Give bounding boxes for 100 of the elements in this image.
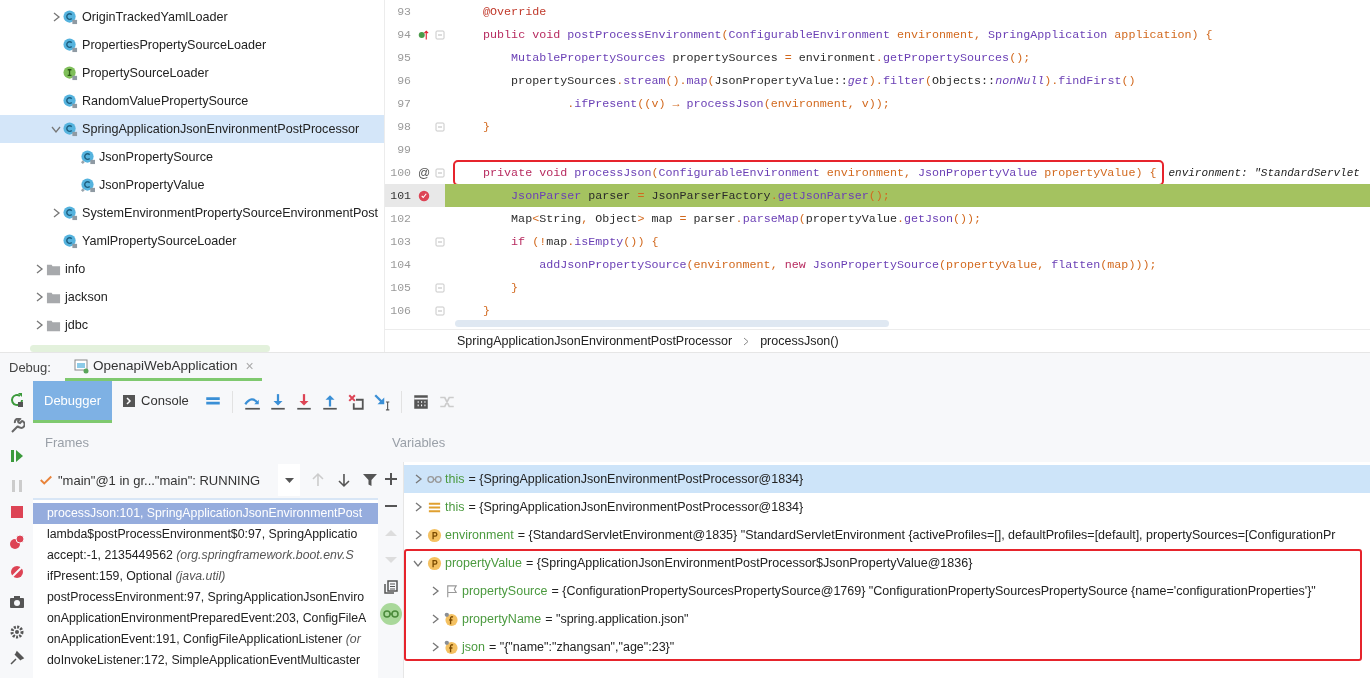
- calculator-icon[interactable]: [411, 393, 430, 411]
- code-line: JsonParser parser = JsonParserFactory.getJsonParser();: [510, 187, 890, 205]
- inner-class-icon: [80, 149, 95, 165]
- breadcrumb-item[interactable]: SpringApplicationJsonEnvironmentPostProcessor: [457, 334, 733, 348]
- thread-dropdown[interactable]: "main"@1 in gr..."main": RUNNING: [33, 464, 279, 496]
- line-number: 94: [396, 28, 411, 41]
- field-icon: [444, 639, 459, 655]
- copy-icon[interactable]: [383, 580, 398, 594]
- parameter-icon: [427, 527, 442, 543]
- line-number: 105: [389, 281, 411, 294]
- stack-frame[interactable]: onApplicationEnvironmentPreparedEvent:203, ConfigFileA: [33, 608, 378, 629]
- tree-item[interactable]: info: [0, 255, 384, 283]
- flag-icon: [444, 583, 459, 599]
- line-number: 93: [396, 5, 411, 18]
- scrollbar[interactable]: [455, 320, 889, 327]
- line-number: 96: [396, 74, 411, 87]
- line-number: 98: [396, 120, 411, 133]
- dropdown-button[interactable]: [278, 464, 301, 496]
- class-icon: [63, 205, 78, 221]
- class-icon: [63, 9, 78, 25]
- inline-value-hint: environment: "StandardServlet: [1168, 166, 1360, 179]
- tree-item[interactable]: PropertiesPropertySourceLoader: [0, 31, 384, 59]
- class-icon: [63, 93, 78, 109]
- inner-class-icon: [80, 177, 95, 193]
- tree-item[interactable]: SpringApplicationJsonEnvironmentPostProcessor: [0, 115, 384, 143]
- variable-row[interactable]: propertyName = "spring.application.json": [404, 605, 1362, 633]
- code-line: public void postProcessEnvironment(ConfigurableEnvironment environment, SpringApplication application) {: [482, 26, 1213, 44]
- checkmark-icon: [39, 473, 53, 487]
- tree-item[interactable]: OriginTrackedYamlLoader: [0, 3, 384, 31]
- filter-icon[interactable]: [362, 472, 378, 488]
- variable-row[interactable]: propertyValue = {SpringApplicationJsonEnvironmentPostProcessor$JsonPropertyValue@1836}: [404, 549, 1362, 577]
- variable-row[interactable]: this = {SpringApplicationJsonEnvironmentPostProcessor@1834}: [404, 493, 1370, 521]
- stack-frame[interactable]: ifPresent:159, Optional (java.util): [33, 566, 378, 587]
- tree-item[interactable]: jdbc: [0, 311, 384, 339]
- tree-item[interactable]: JsonPropertyValue: [0, 171, 384, 199]
- variable-row[interactable]: json = "{"name":"zhangsan","age":23}": [404, 633, 1362, 661]
- tree-item[interactable]: RandomValuePropertySource: [0, 87, 384, 115]
- variable-row[interactable]: this = {SpringApplicationJsonEnvironmentPostProcessor@1834}: [404, 465, 1370, 493]
- stack-frame[interactable]: accept:-1, 2135449562 (org.springframework.boot.env.S: [33, 545, 378, 566]
- line-number: 103: [389, 235, 411, 248]
- line-number: 101: [389, 189, 411, 202]
- stack-frame[interactable]: onApplicationEvent:191, ConfigFileApplicationListener (or: [33, 629, 378, 650]
- line-number: 99: [396, 143, 411, 156]
- plus-icon[interactable]: [383, 472, 398, 486]
- line-number: 100: [389, 166, 411, 179]
- glasses-icon[interactable]: [379, 603, 402, 625]
- code-line: Map<String, Object> map = parser.parseMap(propertyValue.getJson());: [510, 210, 982, 228]
- force-step-into-icon[interactable]: [294, 393, 313, 411]
- code-line: .ifPresent((v) → processJson(environment, v));: [566, 95, 890, 113]
- window-icon: [72, 357, 89, 374]
- tree-item[interactable]: YamlPropertySourceLoader: [0, 227, 384, 255]
- line-number: 106: [389, 304, 411, 317]
- tree-item[interactable]: JsonPropertySource: [0, 143, 384, 171]
- variable-row[interactable]: environment = {StandardServletEnvironment@1835} "StandardServletEnvironment {activeProfiles=[], defaultProfiles=[default], propertySources=[ConfigurationPr: [404, 521, 1370, 549]
- override-icon: [418, 28, 430, 41]
- field-icon: [444, 611, 459, 627]
- line-number: 104: [389, 258, 411, 271]
- step-into-icon[interactable]: [268, 393, 287, 411]
- console-icon: [123, 394, 136, 407]
- stack-frame[interactable]: postProcessEnvironment:97, SpringApplicationJsonEnviro: [33, 587, 378, 608]
- step-out-icon[interactable]: [320, 393, 339, 411]
- code-line: @Override: [482, 3, 547, 21]
- debug-label: Debug:: [8, 359, 52, 375]
- drop-frame-icon[interactable]: [346, 393, 365, 411]
- stack-frame[interactable]: lambda$postProcessEnvironment$0:97, SpringApplicatio: [33, 524, 378, 545]
- variable-row[interactable]: propertySource = {ConfigurationPropertySourcesPropertySource@1769} "ConfigurationPropertySourcesPropertySource {name='configurationProperties'}": [404, 577, 1362, 605]
- parameter-icon: [427, 555, 442, 571]
- breadcrumb-item[interactable]: processJson(): [760, 334, 839, 348]
- line-number: 97: [396, 97, 411, 110]
- tree-item[interactable]: jackson: [0, 283, 384, 311]
- class-icon: [63, 37, 78, 53]
- variables-label: Variables: [392, 435, 446, 450]
- code-line: private void processJson(ConfigurableEnvironment environment, JsonPropertyValue propertyValue) {: [455, 161, 1163, 184]
- line-number: 95: [396, 51, 411, 64]
- run-to-cursor-icon[interactable]: [372, 393, 391, 411]
- gutter-mark[interactable]: @: [417, 165, 431, 180]
- interface-icon: [63, 65, 78, 81]
- code-line: }: [482, 118, 491, 136]
- breakpoints-icon[interactable]: [8, 534, 25, 550]
- tree-item[interactable]: SystemEnvironmentPropertySourceEnvironmentPost: [0, 199, 384, 227]
- breakpoint-icon: [418, 189, 430, 202]
- stack-frame[interactable]: doInvokeListener:172, SimpleApplicationEventMulticaster: [33, 650, 378, 671]
- code-line: if (!map.isEmpty()) {: [510, 233, 659, 251]
- camera-icon[interactable]: [8, 594, 25, 610]
- frames-label: Frames: [45, 435, 91, 450]
- code-line: MutablePropertySources propertySources = environment.getPropertySources();: [510, 49, 1031, 67]
- class-icon: [63, 121, 78, 137]
- chevron-right-icon: [742, 336, 751, 346]
- mute-breakpoints-icon[interactable]: [8, 564, 25, 580]
- debugger-tab[interactable]: Console: [112, 381, 200, 423]
- resume-icon[interactable]: [8, 448, 25, 464]
- stop-icon[interactable]: [8, 504, 25, 520]
- code-line: propertySources.stream().map(JsonPropertyValue::get).filter(Objects::nonNull).findFirst(): [510, 72, 1136, 90]
- code-line: addJsonPropertySource(environment, new JsonPropertySource(propertyValue, flatten(map)));: [538, 256, 1157, 274]
- tree-item[interactable]: PropertySourceLoader: [0, 59, 384, 87]
- rerun-icon[interactable]: [8, 392, 25, 408]
- scrollbar[interactable]: [30, 345, 270, 352]
- pin-icon[interactable]: [8, 650, 25, 666]
- code-line: }: [510, 279, 519, 297]
- settings-icon[interactable]: [8, 624, 25, 640]
